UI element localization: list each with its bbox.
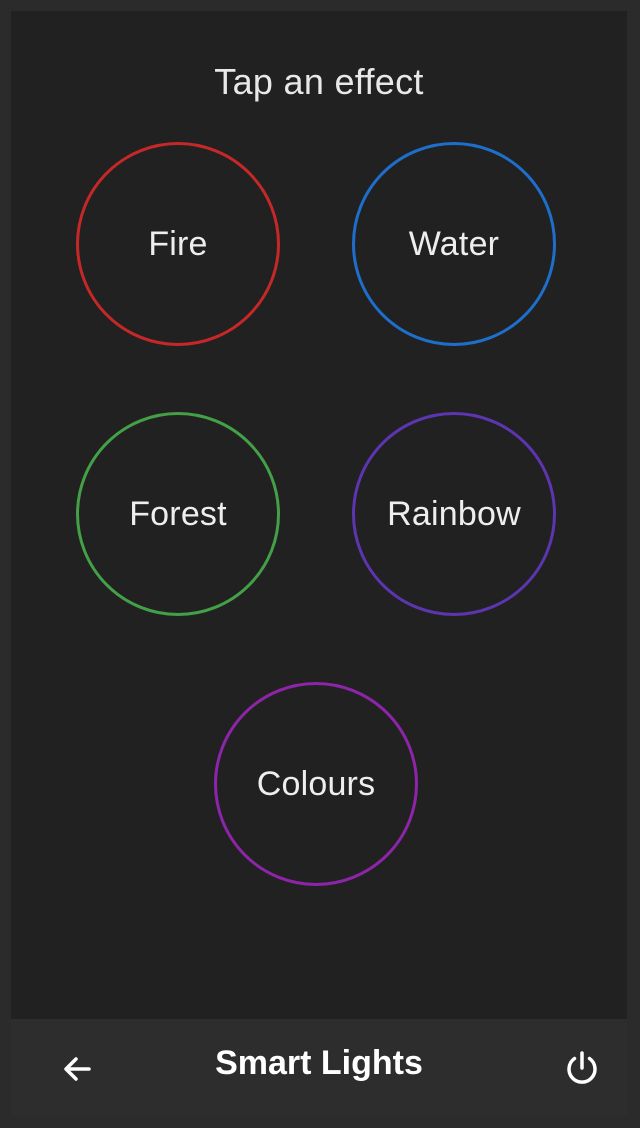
effect-label-fire: Fire xyxy=(148,224,208,263)
app-title: Smart Lights xyxy=(215,1044,423,1082)
back-button[interactable] xyxy=(55,1047,99,1091)
effect-label-colours: Colours xyxy=(256,764,376,803)
bottom-app-bar: Smart Lights xyxy=(11,1019,627,1116)
power-icon xyxy=(567,1051,597,1084)
effect-button-rainbow[interactable]: Rainbow xyxy=(352,412,556,616)
arrow-left-icon xyxy=(64,1057,91,1081)
effect-button-forest[interactable]: Forest xyxy=(76,412,280,616)
power-button[interactable] xyxy=(559,1045,605,1091)
app-window: Tap an effect Fire Water Forest Rainbow … xyxy=(0,0,640,1128)
effect-button-water[interactable]: Water xyxy=(352,142,556,346)
effect-label-rainbow: Rainbow xyxy=(387,494,521,533)
effect-label-water: Water xyxy=(408,224,500,263)
page-title: Tap an effect xyxy=(214,61,424,102)
effect-label-forest: Forest xyxy=(129,494,227,533)
effects-panel: Tap an effect Fire Water Forest Rainbow … xyxy=(11,11,627,1019)
effect-button-colours[interactable]: Colours xyxy=(214,682,418,886)
effect-button-fire[interactable]: Fire xyxy=(76,142,280,346)
